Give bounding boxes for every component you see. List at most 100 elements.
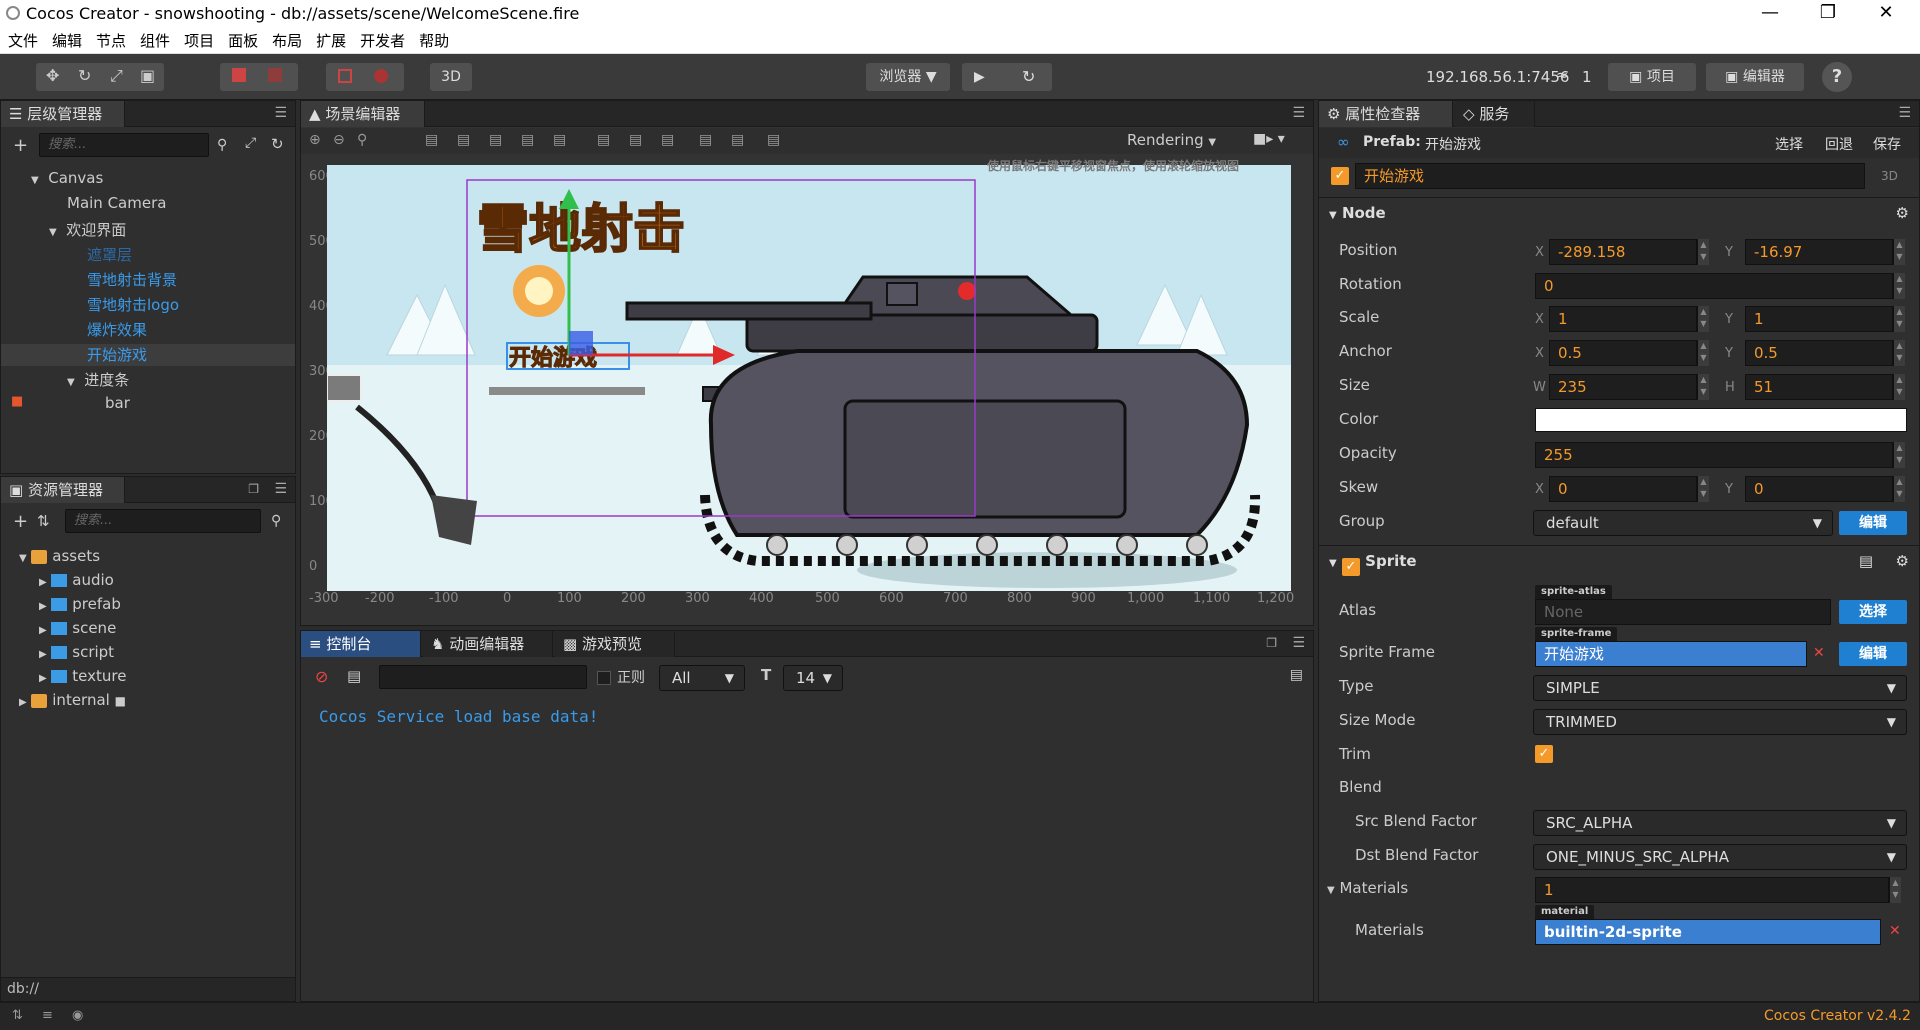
distribute-h-icon[interactable]: ▤ <box>629 132 642 148</box>
panel-menu-icon[interactable]: ☰ <box>274 105 287 121</box>
asset-item-script[interactable]: ▶ script <box>39 643 114 661</box>
refresh-icon[interactable]: ↻ <box>271 135 284 153</box>
sprite-section-header[interactable]: ▼ ✓ Sprite ▤ ⚙ <box>1319 545 1919 576</box>
position-x-input[interactable]: -289.158 <box>1549 239 1697 265</box>
stepper-icon[interactable]: ▲ ▼ <box>1893 340 1905 366</box>
mode-3d-button[interactable]: 3D <box>430 63 472 91</box>
panel-menu-icon[interactable]: ☰ <box>1292 105 1305 121</box>
tree-item-mask[interactable]: 遮罩层 <box>87 244 132 265</box>
rendering-select[interactable]: Rendering ▼ <box>1127 131 1216 149</box>
sprite-enabled-checkbox[interactable]: ✓ <box>1341 558 1360 576</box>
align-right-icon[interactable]: ▤ <box>489 132 502 148</box>
menu-file[interactable]: 文件 <box>8 28 38 54</box>
help-button[interactable]: ? <box>1822 62 1852 92</box>
asset-item-scene[interactable]: ▶ scene <box>39 619 116 637</box>
tab-game-preview[interactable]: ▩ 游戏预览 <box>555 631 675 657</box>
stepper-icon[interactable]: ▲ ▼ <box>1893 273 1905 299</box>
panel-menu-icon[interactable]: ☰ <box>1898 105 1911 121</box>
stepper-icon[interactable]: ▲ ▼ <box>1889 877 1901 903</box>
skew-x-input[interactable]: 0 <box>1549 476 1697 502</box>
stepper-icon[interactable]: ▲ ▼ <box>1893 442 1905 468</box>
stepper-icon[interactable]: ▲ ▼ <box>1697 476 1709 502</box>
clear-icon[interactable]: ✕ <box>1813 645 1825 661</box>
trim-checkbox[interactable]: ✓ <box>1535 745 1553 763</box>
play-icon[interactable]: ▶ <box>974 63 985 91</box>
align-top-icon[interactable]: ▤ <box>521 132 534 148</box>
clear-icon[interactable]: ✕ <box>1889 923 1901 939</box>
materials-count-input[interactable]: 1 <box>1535 877 1889 903</box>
tab-assets[interactable]: ▣ 资源管理器 <box>1 477 125 503</box>
menu-component[interactable]: 组件 <box>140 28 170 54</box>
pivot-icon[interactable] <box>232 68 246 82</box>
editor-button[interactable]: ▣ 编辑器 <box>1706 63 1804 91</box>
align-bottom-icon[interactable]: ▤ <box>597 132 610 148</box>
tab-scene[interactable]: ▲ 场景编辑器 <box>301 101 425 127</box>
tree-item-canvas[interactable]: ▼ Canvas <box>31 169 103 187</box>
asset-item-audio[interactable]: ▶ audio <box>39 571 114 589</box>
camera-icon[interactable]: ■▸ ▾ <box>1253 131 1285 147</box>
menu-help[interactable]: 帮助 <box>419 28 449 54</box>
group-edit-button[interactable]: 编辑 <box>1839 511 1907 535</box>
tree-item-bar[interactable]: bar <box>105 394 130 412</box>
open-log-icon[interactable]: ▤ <box>347 667 361 685</box>
hierarchy-search-input[interactable]: 搜索... <box>39 133 209 157</box>
size-w-input[interactable]: 235 <box>1549 374 1697 400</box>
font-size-select[interactable]: 14 ▼ <box>783 665 843 691</box>
console-filter-input[interactable] <box>379 665 587 689</box>
rotate-tool-icon[interactable]: ↻ <box>78 66 91 85</box>
atlas-select-button[interactable]: 选择 <box>1839 600 1907 624</box>
node-active-checkbox[interactable]: ✓ <box>1331 167 1349 185</box>
materials-section-header[interactable]: ▼ Materials <box>1327 879 1408 897</box>
menu-node[interactable]: 节点 <box>96 28 126 54</box>
prefab-revert-button[interactable]: 回退 <box>1825 134 1853 154</box>
gear-icon[interactable]: ⚙ <box>1896 546 1909 576</box>
tab-console[interactable]: ≡ 控制台 <box>301 631 421 657</box>
popout-icon[interactable]: ❐ <box>248 482 259 496</box>
collapse-icon[interactable]: ⤢ <box>245 135 256 151</box>
gear-icon[interactable]: ⚙ <box>1896 198 1909 228</box>
stepper-icon[interactable]: ▲ ▼ <box>1697 374 1709 400</box>
rotation-input[interactable]: 0 <box>1535 273 1893 299</box>
search-icon[interactable]: ⚲ <box>217 137 227 153</box>
tab-animation[interactable]: ♞ 动画编辑器 <box>423 631 553 657</box>
menu-developer[interactable]: 开发者 <box>360 28 405 54</box>
doc-icon[interactable]: ▤ <box>1859 546 1873 576</box>
stepper-icon[interactable]: ▲ ▼ <box>1697 306 1709 332</box>
clear-log-icon[interactable]: ⊘ <box>315 667 328 686</box>
group-select[interactable]: default ▼ <box>1533 510 1833 536</box>
scale-tool-icon[interactable]: ⤢ <box>110 66 123 86</box>
sort-icon[interactable]: ⇅ <box>37 512 50 530</box>
move-tool-icon[interactable]: ✥ <box>46 66 59 85</box>
collapse-icon[interactable]: ▤ <box>1290 667 1303 683</box>
popout-icon[interactable]: ❐ <box>1266 636 1277 650</box>
sync-icon[interactable]: ⇅ <box>12 1008 23 1023</box>
stepper-icon[interactable]: ▲ ▼ <box>1893 374 1905 400</box>
anchor-y-input[interactable]: 0.5 <box>1745 340 1893 366</box>
menu-edit[interactable]: 编辑 <box>52 28 82 54</box>
distribute-c-icon[interactable]: ▤ <box>731 132 744 148</box>
stepper-icon[interactable]: ▲ ▼ <box>1893 306 1905 332</box>
tree-item-background[interactable]: 雪地射击背景 <box>87 269 177 290</box>
tree-item-explosion[interactable]: 爆炸效果 <box>87 319 147 340</box>
material-input[interactable]: builtin-2d-sprite <box>1535 919 1881 945</box>
tree-item-progress[interactable]: ▼ 进度条 <box>67 369 129 390</box>
snap-icon[interactable] <box>374 69 388 83</box>
asset-item-prefab[interactable]: ▶ prefab <box>39 595 121 613</box>
align-center-icon[interactable]: ▤ <box>457 132 470 148</box>
search-icon[interactable]: ⚲ <box>271 513 281 529</box>
sprite-frame-edit-button[interactable]: 编辑 <box>1839 642 1907 666</box>
tree-item-start-game[interactable]: 开始游戏 <box>1 344 295 366</box>
distribute-w-icon[interactable]: ▤ <box>699 132 712 148</box>
asset-item-internal[interactable]: ▶ internal ■ <box>19 691 126 709</box>
scale-x-input[interactable]: 1 <box>1549 306 1697 332</box>
size-h-input[interactable]: 51 <box>1745 374 1893 400</box>
badge-3d[interactable]: 3D <box>1881 169 1898 183</box>
tree-item-welcome[interactable]: ▼ 欢迎界面 <box>49 219 126 240</box>
gizmo-icon[interactable] <box>338 69 352 83</box>
panel-menu-icon[interactable]: ☰ <box>274 481 287 497</box>
asset-item-assets[interactable]: ▼ assets <box>19 547 100 565</box>
node-section-header[interactable]: ▼ Node ⚙ <box>1319 197 1919 227</box>
add-asset-icon[interactable]: + <box>13 511 28 532</box>
type-select[interactable]: SIMPLE ▼ <box>1533 675 1907 701</box>
color-swatch[interactable] <box>1535 408 1907 432</box>
